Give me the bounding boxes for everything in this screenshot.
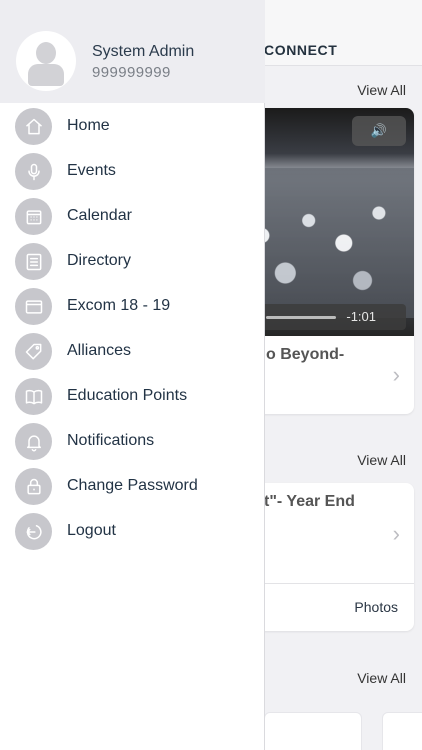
logout-icon xyxy=(15,513,52,550)
avatar xyxy=(16,31,76,91)
avatar-body xyxy=(28,64,64,86)
avatar-head xyxy=(36,42,56,64)
profile-name: System Admin xyxy=(92,43,195,60)
menu-label: Alliances xyxy=(67,342,132,359)
menu-label: Directory xyxy=(67,252,132,269)
lock-icon xyxy=(15,468,52,505)
menu-item-calendar[interactable]: Calendar xyxy=(0,196,265,236)
tag-icon xyxy=(15,333,52,370)
profile-header[interactable]: System Admin 999999999 xyxy=(0,0,265,103)
menu-item-education-points[interactable]: Education Points xyxy=(0,376,265,416)
chevron-right-icon: › xyxy=(392,362,400,387)
view-all-link-videos[interactable]: View All xyxy=(357,82,406,98)
menu-label: Change Password xyxy=(67,477,198,494)
list-item[interactable] xyxy=(382,712,422,750)
app-title: CONNECT xyxy=(264,42,338,58)
bell-icon xyxy=(15,423,52,460)
view-all-link-more[interactable]: View All xyxy=(357,670,406,686)
menu-item-logout[interactable]: Logout xyxy=(0,511,265,551)
menu-item-home[interactable]: Home xyxy=(0,106,265,146)
menu-label: Education Points xyxy=(67,387,188,404)
window-icon xyxy=(15,288,52,325)
menu-label: Excom 18 - 19 xyxy=(67,297,171,314)
menu-item-events[interactable]: Events xyxy=(0,151,265,191)
menu-label: Logout xyxy=(67,522,116,539)
menu-item-notifications[interactable]: Notifications xyxy=(0,421,265,461)
profile-phone: 999999999 xyxy=(92,64,171,81)
menu-item-change-password[interactable]: Change Password xyxy=(0,466,265,506)
photos-link[interactable]: Photos xyxy=(354,599,398,615)
menu-label: Calendar xyxy=(67,207,132,224)
list-icon xyxy=(15,243,52,280)
menu-label: Home xyxy=(67,117,110,134)
menu-item-directory[interactable]: Directory xyxy=(0,241,265,281)
video-card-title: o Beyond- xyxy=(266,346,345,363)
volume-icon[interactable]: 🔊 xyxy=(352,116,406,146)
microphone-icon xyxy=(15,153,52,190)
video-progress-track[interactable] xyxy=(266,316,336,319)
menu-item-alliances[interactable]: Alliances xyxy=(0,331,265,371)
list-item[interactable] xyxy=(264,712,362,750)
menu-label: Events xyxy=(67,162,116,179)
menu-label: Notifications xyxy=(67,432,155,449)
calendar-icon xyxy=(15,198,52,235)
menu-item-excom[interactable]: Excom 18 - 19 xyxy=(0,286,265,326)
video-time: -1:01 xyxy=(346,309,376,324)
view-all-link-events[interactable]: View All xyxy=(357,452,406,468)
chevron-right-icon: › xyxy=(392,521,400,546)
side-drawer: System Admin 999999999 Home Events Calen… xyxy=(0,0,265,750)
event-card-title: t"- Year End xyxy=(264,493,355,510)
home-icon xyxy=(15,108,52,145)
book-icon xyxy=(15,378,52,415)
